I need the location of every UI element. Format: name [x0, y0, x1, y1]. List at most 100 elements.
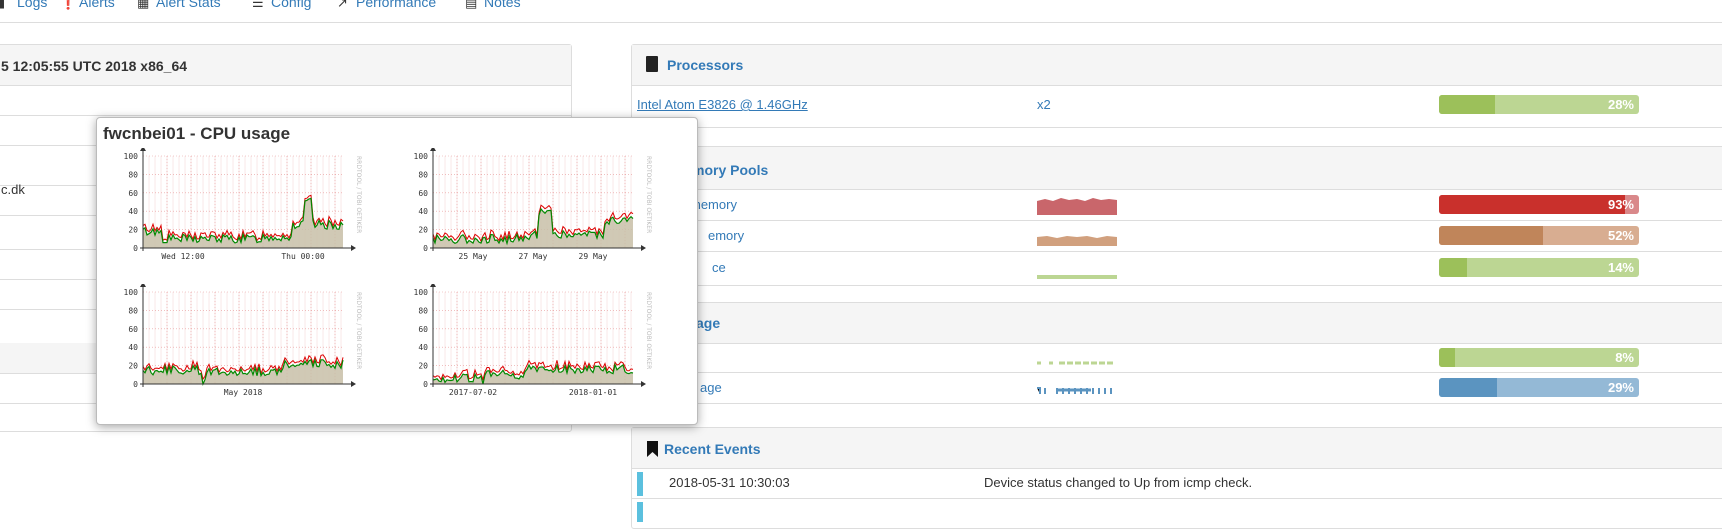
memory-sparkline	[1037, 198, 1117, 215]
rrd-watermark: RRDTOOL / TOBI OETIKER	[645, 156, 652, 233]
processors-panel: Processors Intel Atom E3826 @ 1.46GHz x2…	[631, 44, 1722, 128]
y-tick-label: 40	[128, 207, 138, 216]
processor-icon	[646, 56, 658, 72]
memory-label[interactable]: ce	[712, 260, 726, 275]
x-tick-label: 25 May	[459, 252, 488, 261]
y-tick-label: 20	[418, 226, 428, 235]
x-tick-label: Thu 00:00	[281, 252, 325, 261]
processor-name-link[interactable]: Intel Atom E3826 @ 1.46GHz	[637, 97, 808, 112]
processors-title[interactable]: Processors	[667, 57, 743, 73]
nav-performance[interactable]: ↗ Performance	[337, 0, 436, 11]
memory-usage-label: 52%	[1607, 228, 1634, 243]
x-tick-label: Wed 12:00	[161, 252, 205, 261]
storage-title[interactable]: age	[696, 315, 720, 331]
event-message: Device status changed to Up from icmp ch…	[984, 475, 1253, 490]
y-tick-label: 100	[124, 152, 139, 161]
storage-usage-label: 29%	[1607, 380, 1634, 395]
memory-header: mory Pools	[632, 147, 1722, 190]
memory-sparkline	[1037, 236, 1117, 246]
y-tick-label: 0	[133, 244, 138, 253]
event-time: 2018-05-31 10:30:03	[669, 475, 790, 490]
overview-row	[0, 85, 571, 116]
memory-usage-label: 93%	[1607, 197, 1634, 212]
processor-usage-bar: 28%	[1439, 95, 1639, 114]
memory-panel: mory Pools memory 93% emory 52% ce 14%	[631, 146, 1722, 286]
storage-row: 8%	[632, 343, 1722, 373]
processor-count: x2	[1037, 97, 1051, 112]
event-severity-marker	[637, 472, 643, 496]
events-title[interactable]: Recent Events	[664, 441, 760, 457]
storage-usage-label: 8%	[1615, 350, 1634, 365]
exclamation-icon: ❗	[60, 0, 77, 10]
y-tick-label: 40	[418, 207, 428, 216]
memory-usage-fill	[1439, 258, 1467, 277]
events-header: Recent Events	[632, 428, 1722, 469]
popup-title: fwcnbei01 - CPU usage	[103, 124, 291, 143]
rrd-watermark: RRDTOOL / TOBI OETIKER	[355, 292, 362, 369]
y-tick-label: 80	[418, 170, 428, 179]
memory-usage-label: 14%	[1607, 260, 1634, 275]
storage-header: age	[632, 303, 1722, 344]
x-tick-label: May 2018	[224, 388, 263, 397]
nav-config[interactable]: ☰ Config	[252, 0, 311, 11]
nav-logs[interactable]: ▮ Logs	[0, 0, 47, 11]
nav-config-label: Config	[271, 0, 312, 10]
memory-usage-bar: 93%	[1439, 195, 1639, 214]
memory-row: emory 52%	[632, 220, 1722, 252]
y-tick-label: 40	[128, 343, 138, 352]
nav-notes[interactable]: ▤ Notes	[465, 0, 521, 11]
nav-notes-label: Notes	[484, 0, 521, 10]
y-tick-label: 80	[418, 306, 428, 315]
cpu-graph-year[interactable]: 0 20 40 60 80 100 2017-07-02 2018-01-01 RRDTOOL …	[407, 284, 669, 412]
memory-usage-fill	[1439, 195, 1625, 214]
y-tick-label: 0	[423, 380, 428, 389]
x-tick-label: 29 May	[579, 252, 608, 261]
rrd-watermark: RRDTOOL / TOBI OETIKER	[355, 156, 362, 233]
processor-usage-label: 28%	[1607, 97, 1634, 112]
storage-sparkline	[1037, 387, 1112, 394]
processor-row: Intel Atom E3826 @ 1.46GHz x2 28%	[632, 85, 1722, 126]
x-tick-label: 2017-07-02	[449, 388, 497, 397]
y-tick-label: 0	[133, 380, 138, 389]
memory-usage-bar: 52%	[1439, 226, 1639, 245]
storage-usage-fill	[1439, 348, 1455, 367]
storage-usage-bar: 8%	[1439, 348, 1639, 367]
memory-label[interactable]: emory	[708, 228, 744, 243]
storage-row: age 29%	[632, 372, 1722, 402]
x-tick-label: 27 May	[519, 252, 548, 261]
overview-title: 5 12:05:55 UTC 2018 x86_64	[1, 58, 188, 74]
nav-alert-stats[interactable]: ▦ Alert Stats	[137, 0, 221, 11]
cpu-usage-popup: fwcnbei01 - CPU usage 0 20 40 60 80 100 Wed 12…	[96, 117, 698, 425]
y-tick-label: 20	[418, 362, 428, 371]
processor-usage-fill	[1439, 95, 1495, 114]
processors-header: Processors	[632, 45, 1722, 86]
y-tick-label: 60	[418, 189, 428, 198]
note-icon: ▤	[465, 0, 478, 10]
cpu-graph-week[interactable]: 0 20 40 60 80 100 25 May 27 May 29 May RRDTOOL / …	[407, 148, 669, 276]
cpu-graph-day[interactable]: 0 20 40 60 80 100 Wed 12:00 Thu 00:00 RRDTOOL / …	[117, 148, 379, 276]
memory-row: memory 93%	[632, 189, 1722, 221]
memory-title[interactable]: mory Pools	[692, 162, 768, 178]
nav-performance-label: Performance	[356, 0, 437, 10]
menu-icon: ☰	[252, 0, 264, 10]
memory-sparkline	[1037, 275, 1117, 279]
nav-logs-label: Logs	[17, 0, 48, 10]
nav-alerts-label: Alerts	[79, 0, 115, 10]
y-tick-label: 100	[124, 288, 139, 297]
y-tick-label: 20	[128, 226, 138, 235]
event-row: 2018-05-31 10:30:03 Device status change…	[632, 468, 1722, 499]
storage-panel: age 8% age 29%	[631, 302, 1722, 404]
cpu-graph-month[interactable]: 0 20 40 60 80 100 May 2018 RRDTOOL / TOBI OETIK…	[117, 284, 379, 412]
bookmark-icon	[647, 441, 658, 457]
memory-row: ce 14%	[632, 251, 1722, 284]
overview-header: 5 12:05:55 UTC 2018 x86_64	[0, 45, 571, 86]
y-tick-label: 80	[128, 170, 138, 179]
storage-usage-bar: 29%	[1439, 378, 1639, 397]
memory-usage-fill	[1439, 226, 1543, 245]
y-tick-label: 100	[414, 288, 429, 297]
storage-label[interactable]: age	[700, 380, 722, 395]
storage-usage-fill	[1439, 378, 1497, 397]
nav-alerts[interactable]: ❗ Alerts	[60, 0, 115, 11]
memory-usage-bar: 14%	[1439, 258, 1639, 277]
line-chart-icon: ↗	[337, 0, 348, 10]
